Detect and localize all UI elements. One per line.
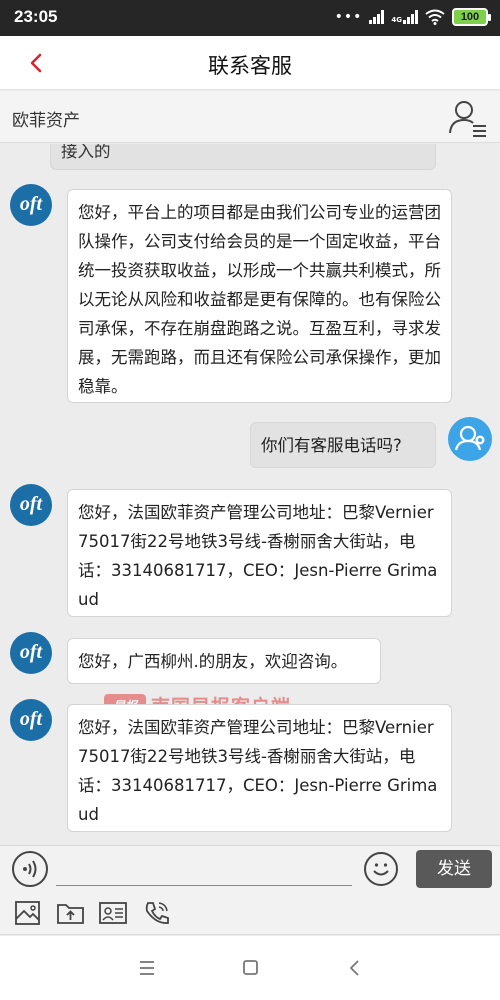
signal-icon — [369, 10, 385, 24]
message-text: 您好，平台上的项目都是由我们公司专业的运营团队操作，公司支付给会员的是一个固定收… — [78, 203, 441, 396]
status-icons: ••• 4G 100 — [334, 8, 491, 26]
battery-icon: 100 — [452, 8, 491, 26]
agent-message-bubble: 接入的 — [50, 144, 436, 170]
home-button[interactable] — [236, 956, 266, 980]
network-label: 4G — [391, 16, 402, 24]
voice-button[interactable] — [12, 851, 48, 887]
emoji-button[interactable] — [364, 852, 398, 886]
message-text: 您好，法国欧菲资产管理公司地址：巴黎Vernier 75017街22号地铁3号线… — [78, 503, 438, 609]
avatar-text: oft — [19, 708, 43, 730]
status-time: 23:05 — [14, 7, 58, 26]
tools-row — [0, 893, 500, 935]
sub-header: 欧菲资产 — [0, 91, 500, 143]
notification-dots-icon: ••• — [334, 9, 363, 25]
signal-4g-icon: 4G — [391, 10, 418, 24]
voice-icon — [23, 860, 37, 878]
system-nav-bar — [0, 936, 500, 1000]
send-button[interactable]: 发送 — [416, 850, 492, 888]
user-icon — [454, 425, 485, 451]
agent-message-bubble: 您好，法国欧菲资产管理公司地址：巴黎Vernier 75017街22号地铁3号线… — [67, 489, 452, 617]
image-button[interactable] — [14, 899, 44, 927]
input-bar: 发送 — [0, 845, 500, 893]
image-icon — [15, 901, 40, 925]
message-text: 接入的 — [61, 144, 111, 161]
status-bar: 23:05 ••• 4G 100 — [0, 0, 500, 36]
back-triangle-icon — [349, 960, 359, 976]
user-avatar — [448, 417, 492, 461]
profile-button[interactable] — [448, 99, 488, 137]
card-button[interactable] — [98, 899, 128, 927]
message-text: 您好，广西柳州.的朋友，欢迎咨询。 — [78, 652, 348, 671]
agent-message-bubble: 您好，平台上的项目都是由我们公司专业的运营团队操作，公司支付给会员的是一个固定收… — [67, 189, 452, 403]
avatar-text: oft — [19, 193, 43, 215]
message-text: 您好，法国欧菲资产管理公司地址：巴黎Vernier 75017街22号地铁3号线… — [78, 718, 438, 824]
emoji-icon — [373, 863, 389, 876]
id-card-icon — [99, 902, 127, 924]
agent-avatar: oft — [10, 699, 52, 741]
message-text: 你们有客服电话吗? — [261, 436, 402, 455]
agent-message-bubble: 您好，法国欧菲资产管理公司地址：巴黎Vernier 75017街22号地铁3号线… — [67, 704, 452, 832]
phone-icon — [145, 902, 169, 924]
agent-message-bubble: 您好，广西柳州.的朋友，欢迎咨询。 — [67, 638, 381, 684]
user-list-icon — [449, 101, 486, 137]
avatar-text: oft — [19, 641, 43, 663]
user-message-bubble: 你们有客服电话吗? — [250, 422, 436, 468]
page-title: 联系客服 — [208, 54, 292, 78]
menu-icon — [140, 961, 154, 975]
agent-avatar: oft — [10, 184, 52, 226]
agent-avatar: oft — [10, 632, 52, 674]
chat-area[interactable]: 接入的 oft 您好，平台上的项目都是由我们公司专业的运营团队操作，公司支付给会… — [0, 144, 500, 845]
back-nav-button[interactable] — [340, 956, 370, 980]
company-name: 欧菲资产 — [12, 111, 80, 131]
wifi-icon — [425, 9, 445, 25]
upload-folder-icon — [57, 904, 84, 924]
menu-button[interactable] — [133, 956, 163, 980]
avatar-text: oft — [19, 493, 43, 515]
message-input[interactable] — [56, 854, 352, 886]
title-bar: 联系客服 — [0, 36, 500, 90]
agent-avatar: oft — [10, 484, 52, 526]
upload-button[interactable] — [56, 899, 86, 927]
call-button[interactable] — [142, 899, 172, 927]
home-square-icon — [243, 960, 258, 975]
